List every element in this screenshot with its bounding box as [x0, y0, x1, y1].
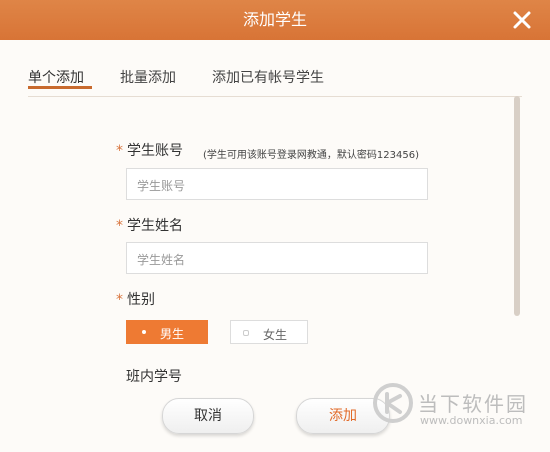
- name-placeholder: 学生姓名: [137, 253, 186, 267]
- watermark-logo-icon: [373, 383, 413, 423]
- title-bar: 添加学生: [0, 0, 550, 40]
- tab-add-existing-account[interactable]: 添加已有帐号学生: [212, 67, 324, 87]
- tab-batch-add[interactable]: 批量添加: [120, 67, 176, 87]
- name-input[interactable]: 学生姓名: [126, 242, 428, 274]
- account-label: * 学生账号: [116, 143, 183, 159]
- required-mark: *: [116, 292, 123, 308]
- watermark-text: 当下软件园: [418, 392, 528, 416]
- tab-bar: 单个添加 批量添加 添加已有帐号学生: [28, 64, 522, 97]
- account-hint: (学生可用该账号登录网教通，默认密码123456): [203, 150, 419, 161]
- gender-option-label: 男生: [160, 327, 185, 341]
- add-student-dialog: 添加学生 单个添加 批量添加 添加已有帐号学生 * 学生账号 (学生可用该账号登录…: [0, 0, 550, 452]
- radio-dot-icon: [243, 330, 249, 336]
- gender-label: * 性别: [116, 292, 155, 308]
- watermark-url: www.downxia.com: [420, 414, 523, 427]
- close-icon[interactable]: [510, 8, 534, 32]
- active-tab-indicator: [28, 86, 92, 89]
- gender-option-female[interactable]: 女生: [230, 320, 308, 344]
- scrollbar[interactable]: [514, 96, 520, 316]
- gender-option-male[interactable]: 男生: [126, 320, 208, 344]
- dialog-title: 添加学生: [242, 10, 307, 29]
- name-label: * 学生姓名: [116, 218, 183, 234]
- radio-dot-icon: [142, 330, 146, 334]
- required-mark: *: [116, 143, 123, 159]
- cancel-button[interactable]: 取消: [162, 398, 254, 434]
- account-input[interactable]: 学生账号: [126, 168, 428, 200]
- account-placeholder: 学生账号: [137, 179, 186, 193]
- tab-label: 单个添加: [28, 70, 84, 86]
- class-number-label: 班内学号: [126, 369, 182, 385]
- required-mark: *: [116, 218, 123, 234]
- tab-single-add[interactable]: 单个添加: [28, 67, 92, 89]
- gender-option-label: 女生: [263, 328, 288, 342]
